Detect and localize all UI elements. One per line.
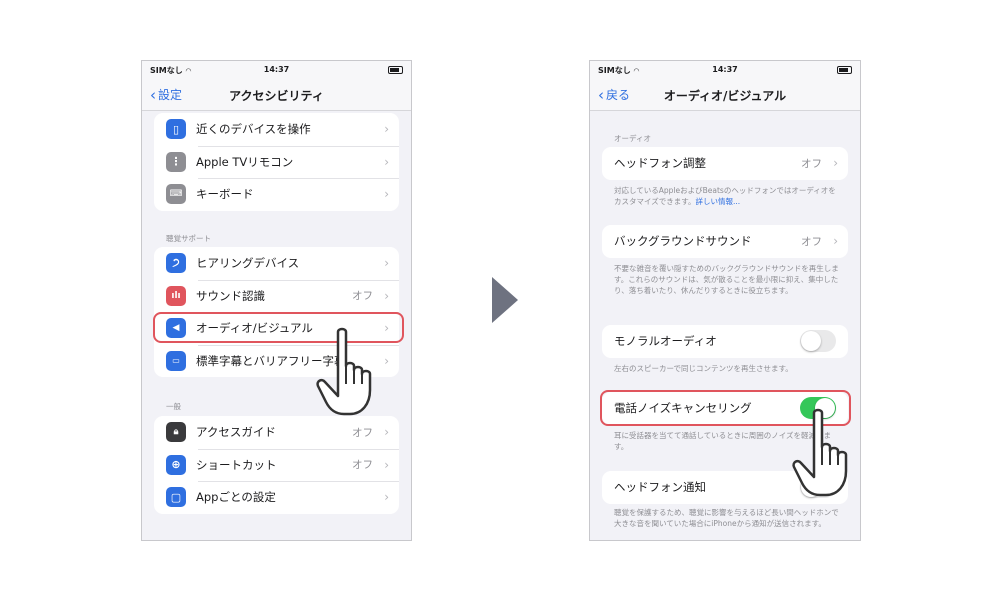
- battery-icon: [837, 66, 852, 74]
- nav-bar: ‹ 戻る オーディオ/ビジュアル: [590, 79, 860, 111]
- keyboard-icon: ⌨: [166, 184, 186, 205]
- list-item-mono-audio[interactable]: モノラルオーディオ: [602, 325, 848, 358]
- ear-icon: ੭: [166, 253, 186, 274]
- footer-headphone-notifications: 聴覚を保護するため、聴覚に影響を与えるほど長い間ヘッドホンで大きな音を聞いていた…: [614, 508, 839, 528]
- waveform-icon: ılı: [166, 285, 186, 306]
- footer-background-sounds: 不要な雑音を覆い隠すためのバックグラウンドサウンドを再生します。これらのサウンド…: [614, 264, 839, 295]
- chevron-right-icon: ›: [384, 457, 389, 472]
- interaction-group: ▯ 近くのデバイスを操作 › ⋮ Apple TVリモコン › ⌨ キーボード …: [154, 113, 399, 211]
- chevron-right-icon: ›: [384, 288, 389, 303]
- next-step-arrow-icon: [492, 277, 518, 323]
- row-label: ヒアリングデバイス: [196, 256, 300, 271]
- learn-more-link[interactable]: 詳しい情報...: [696, 197, 741, 206]
- accessibility-screen: SIMなし ◠ 14:37 ‹ 設定 アクセシビリティ ▯ 近くのデバイスを操作 ›…: [141, 60, 412, 541]
- accessibility-icon: ⊕: [166, 454, 186, 475]
- footer-headphone-adjust: 対応しているAppleおよびBeatsのヘッドフォンではオーディオをカスタマイズ…: [614, 185, 840, 207]
- captions-icon: ▭: [166, 350, 186, 371]
- row-value: オフ: [801, 157, 822, 170]
- list-item-apple-tv-remote[interactable]: ⋮ Apple TVリモコン ›: [154, 145, 399, 179]
- chevron-right-icon: ›: [384, 154, 389, 169]
- row-value: オフ: [801, 235, 822, 248]
- app-settings-icon: ▢: [166, 487, 186, 508]
- list-item-per-app-settings[interactable]: ▢ Appごとの設定 ›: [154, 481, 399, 514]
- row-value: オフ: [352, 459, 373, 472]
- chevron-right-icon: ›: [384, 256, 389, 271]
- page-title: アクセシビリティ: [229, 89, 324, 103]
- headphone-adjust-group: ヘッドフォン調整 オフ ›: [602, 147, 848, 180]
- mono-audio-group: モノラルオーディオ: [602, 325, 848, 358]
- footer-mono-audio: 左右のスピーカーで同じコンテンツを再生させます。: [614, 364, 793, 373]
- chevron-right-icon: ›: [833, 156, 838, 171]
- device-icon: ▯: [166, 119, 186, 140]
- clock: 14:37: [712, 65, 738, 74]
- general-group: 🔒︎ アクセスガイド オフ › ⊕ ショートカット オフ › ▢ Appごとの設…: [154, 416, 399, 514]
- chevron-right-icon: ›: [384, 187, 389, 202]
- chevron-right-icon: ›: [384, 425, 389, 440]
- section-header-audio: オーディオ: [614, 134, 651, 143]
- chevron-right-icon: ›: [384, 122, 389, 137]
- row-label: ヘッドフォン通知: [614, 480, 706, 495]
- row-label: ヘッドフォン調整: [614, 156, 706, 171]
- list-item-background-sounds[interactable]: バックグラウンドサウンド オフ ›: [602, 225, 848, 258]
- status-bar: SIMなし ◠ 14:37: [590, 61, 860, 79]
- clock: 14:37: [263, 65, 290, 74]
- row-label: 近くのデバイスを操作: [196, 122, 311, 137]
- list-item-guided-access[interactable]: 🔒︎ アクセスガイド オフ ›: [154, 416, 399, 449]
- status-bar: SIMなし ◠ 14:37: [142, 61, 411, 79]
- chevron-right-icon: ›: [833, 234, 838, 249]
- nav-bar: ‹ 設定 アクセシビリティ: [142, 79, 411, 111]
- list-item-sound-recognition[interactable]: ılı サウンド認識 オフ ›: [154, 279, 399, 313]
- row-label: キーボード: [196, 187, 254, 202]
- row-value: オフ: [352, 426, 373, 439]
- row-label: ショートカット: [196, 457, 277, 472]
- audio-visual-screen: SIMなし ◠ 14:37 ‹ 戻る オーディオ/ビジュアル オーディオ ヘッドフォ…: [589, 60, 861, 541]
- list-item-shortcut[interactable]: ⊕ ショートカット オフ ›: [154, 448, 399, 482]
- chevron-right-icon: ›: [384, 490, 389, 505]
- lock-frame-icon: 🔒︎: [166, 422, 186, 443]
- row-label: バックグラウンドサウンド: [614, 234, 752, 249]
- row-label: モノラルオーディオ: [614, 334, 717, 349]
- pointing-hand-icon: [316, 327, 372, 416]
- mono-audio-toggle[interactable]: [800, 330, 836, 353]
- list-item-keyboard[interactable]: ⌨ キーボード ›: [154, 178, 399, 211]
- list-item-hearing-devices[interactable]: ੭ ヒアリングデバイス ›: [154, 247, 399, 280]
- row-label: アクセスガイド: [196, 425, 276, 440]
- page-title: オーディオ/ビジュアル: [663, 89, 787, 103]
- section-header-hearing: 聴覚サポート: [166, 234, 211, 243]
- row-label: サウンド認識: [196, 288, 265, 303]
- row-value: オフ: [352, 290, 373, 303]
- pointing-hand-icon: [792, 408, 848, 497]
- section-header-general: 一般: [166, 402, 181, 411]
- row-label: Appごとの設定: [196, 490, 276, 505]
- remote-icon: ⋮: [166, 151, 186, 172]
- row-label: Apple TVリモコン: [196, 154, 294, 169]
- background-sounds-group: バックグラウンドサウンド オフ ›: [602, 225, 848, 258]
- list-item-nearby-devices[interactable]: ▯ 近くのデバイスを操作 ›: [154, 113, 399, 146]
- list-item-headphone-adjust[interactable]: ヘッドフォン調整 オフ ›: [602, 147, 848, 180]
- battery-icon: [388, 66, 403, 74]
